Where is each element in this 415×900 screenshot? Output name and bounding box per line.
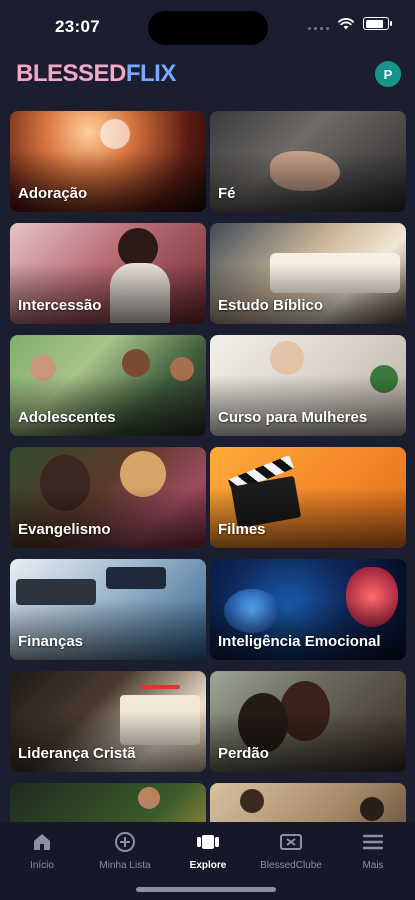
nav-label: Explore bbox=[189, 860, 227, 871]
nav-mais[interactable]: Mais bbox=[333, 830, 413, 871]
explore-icon bbox=[196, 830, 220, 854]
ticket-icon bbox=[280, 830, 302, 854]
category-label: Intercessão bbox=[18, 297, 102, 314]
app-header: BLESSEDFLIX P bbox=[0, 50, 415, 100]
category-label: Finanças bbox=[18, 633, 84, 650]
status-bar: 23:07 bbox=[0, 0, 415, 50]
wifi-icon bbox=[338, 17, 354, 29]
category-label: Evangelismo bbox=[18, 521, 111, 538]
category-card-adoracao[interactable]: Adoração bbox=[10, 111, 206, 212]
category-card-fe[interactable]: Fé bbox=[210, 111, 406, 212]
category-label: Inteligência Emocional bbox=[218, 633, 381, 650]
category-label: Fé bbox=[218, 185, 236, 202]
pen-shape bbox=[140, 685, 180, 689]
category-card-intercessao[interactable]: Intercessão bbox=[10, 223, 206, 324]
status-icons bbox=[308, 17, 392, 30]
logo-part-flix: FLIX bbox=[125, 60, 177, 87]
dynamic-island bbox=[148, 11, 268, 45]
category-label: Adoração bbox=[18, 185, 88, 202]
nav-label: Início bbox=[30, 860, 54, 871]
light-flare bbox=[100, 119, 130, 149]
nav-label: Minha Lista bbox=[99, 860, 151, 871]
nav-blessedclube[interactable]: BlessedClube bbox=[251, 830, 331, 871]
category-card-financas[interactable]: Finanças bbox=[10, 559, 206, 660]
app-logo[interactable]: BLESSEDFLIX bbox=[16, 60, 176, 88]
battery-icon bbox=[363, 17, 392, 30]
category-label: Filmes bbox=[218, 521, 266, 538]
category-card-estudo-biblico[interactable]: Estudo Bíblico bbox=[210, 223, 406, 324]
category-label: Perdão bbox=[218, 745, 269, 762]
category-card-perdao[interactable]: Perdão bbox=[210, 671, 406, 772]
signal-icon bbox=[308, 18, 329, 30]
profile-avatar[interactable]: P bbox=[375, 61, 401, 87]
home-icon bbox=[32, 830, 52, 854]
logo-part-blessed: BLESSED bbox=[16, 60, 126, 87]
phone-shape bbox=[106, 567, 166, 589]
category-card-inteligencia-emocional[interactable]: Inteligência Emocional bbox=[210, 559, 406, 660]
menu-icon bbox=[363, 830, 383, 854]
category-card-lideranca-crista[interactable]: Liderança Cristã bbox=[10, 671, 206, 772]
category-card-evangelismo[interactable]: Evangelismo bbox=[10, 447, 206, 548]
nav-explore[interactable]: Explore bbox=[168, 830, 248, 871]
status-time: 23:07 bbox=[55, 17, 100, 36]
nav-inicio[interactable]: Início bbox=[2, 830, 82, 871]
nav-minha-lista[interactable]: Minha Lista bbox=[85, 830, 165, 871]
home-indicator bbox=[136, 887, 276, 892]
category-label: Adolescentes bbox=[18, 409, 116, 426]
category-label: Estudo Bíblico bbox=[218, 297, 323, 314]
category-label: Liderança Cristã bbox=[18, 745, 136, 762]
nav-label: Mais bbox=[362, 860, 384, 871]
category-card-filmes[interactable]: Filmes bbox=[210, 447, 406, 548]
category-label: Curso para Mulheres bbox=[218, 409, 368, 426]
category-card-adolescentes[interactable]: Adolescentes bbox=[10, 335, 206, 436]
nav-label: BlessedClube bbox=[260, 860, 322, 871]
category-grid: Adoração Fé Intercessão Estudo Bíblico A… bbox=[10, 111, 406, 884]
plus-circle-icon bbox=[114, 830, 136, 854]
person-head-shape bbox=[118, 228, 158, 268]
category-card-curso-para-mulheres[interactable]: Curso para Mulheres bbox=[210, 335, 406, 436]
